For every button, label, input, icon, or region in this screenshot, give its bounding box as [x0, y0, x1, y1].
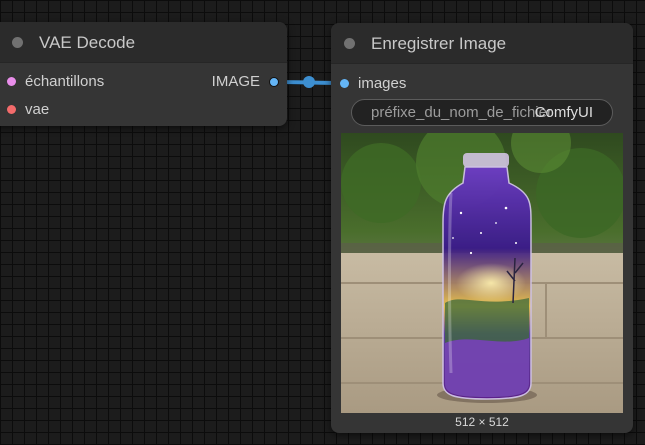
vae-decode-title: VAE Decode [39, 33, 136, 52]
vae-decode-node-header[interactable]: VAE Decode [0, 22, 287, 63]
samples-input-label: échantillons [25, 73, 105, 90]
images-input-slot[interactable] [340, 79, 349, 88]
samples-input-slot[interactable] [7, 77, 16, 86]
filename-prefix-value: ComfyUI [534, 104, 593, 121]
preview-dimensions-label: 512 × 512 [455, 415, 509, 429]
save-image-node-header[interactable]: Enregistrer Image [331, 23, 633, 64]
image-output-label: IMAGE [211, 73, 260, 90]
save-image-node[interactable]: Enregistrer Image images préfixe_du_nom_… [331, 23, 633, 433]
graph-canvas[interactable]: VAE Decode échantillons vae IMAGE Enregi… [0, 0, 645, 445]
image-preview[interactable] [341, 133, 623, 413]
image-output-slot[interactable] [269, 77, 279, 87]
filename-prefix-widget[interactable]: préfixe_du_nom_de_fichier ComfyUI [351, 99, 613, 126]
filename-prefix-name: préfixe_du_nom_de_fichier [371, 104, 552, 121]
collapse-dot-icon[interactable] [12, 37, 23, 48]
bottle-preview-image [341, 133, 623, 413]
vae-decode-node[interactable]: VAE Decode échantillons vae IMAGE [0, 22, 287, 126]
save-image-title: Enregistrer Image [371, 34, 507, 53]
vae-input-label: vae [25, 101, 50, 118]
collapse-dot-icon[interactable] [344, 38, 355, 49]
images-input-label: images [358, 75, 407, 92]
vae-input-slot[interactable] [7, 105, 16, 114]
link-midpoint-handle[interactable] [303, 76, 315, 88]
